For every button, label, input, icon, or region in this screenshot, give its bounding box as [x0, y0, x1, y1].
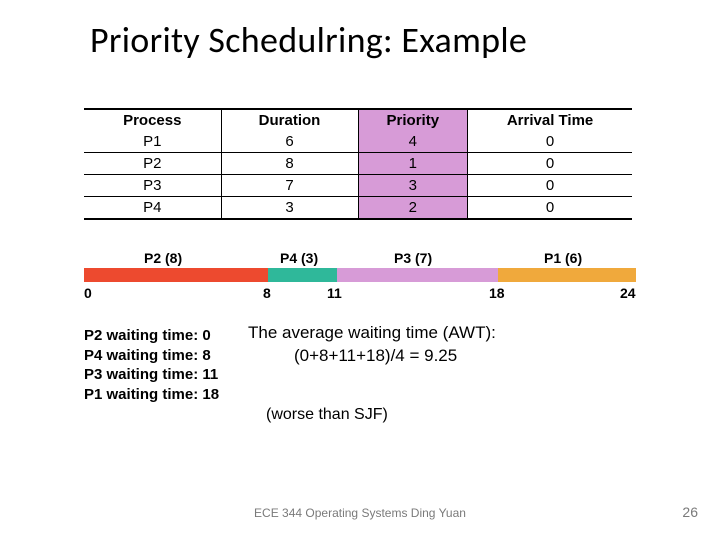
slide: Priority Schedulring: Example Process Du…: [0, 0, 720, 540]
page-title: Priority Schedulring: Example: [90, 18, 527, 62]
cell-arrival: 0: [468, 131, 632, 153]
cell-process: P3: [84, 175, 221, 197]
col-priority-header: Priority: [358, 110, 468, 131]
tick-8: 8: [263, 285, 271, 301]
wait-p2: P2 waiting time: 0: [84, 326, 219, 346]
worse-note: (worse than SJF): [266, 406, 388, 424]
cell-priority: 2: [358, 197, 468, 219]
gantt-label-p4: P4 (3): [280, 250, 318, 266]
table-row: P3 7 3 0: [84, 175, 632, 197]
gantt-label-p2: P2 (8): [144, 250, 182, 266]
average-waiting-time: The average waiting time (AWT): (0+8+11+…: [248, 322, 496, 368]
cell-process: P1: [84, 131, 221, 153]
cell-arrival: 0: [468, 175, 632, 197]
cell-process: P2: [84, 153, 221, 175]
footer-page-number: 26: [682, 504, 698, 520]
tick-18: 18: [489, 285, 505, 301]
awt-line2: (0+8+11+18)/4 = 9.25: [248, 345, 496, 368]
table: Process Duration Priority Arrival Time P…: [84, 110, 632, 218]
cell-priority: 4: [358, 131, 468, 153]
awt-line1: The average waiting time (AWT):: [248, 322, 496, 345]
tick-11: 11: [327, 285, 342, 301]
table-header-row: Process Duration Priority Arrival Time: [84, 110, 632, 131]
tick-24: 24: [620, 285, 636, 301]
gantt-chart: P2 (8) P4 (3) P3 (7) P1 (6) 0 8 11 18 24: [84, 250, 636, 305]
cell-duration: 8: [221, 153, 358, 175]
gantt-label-p3: P3 (7): [394, 250, 432, 266]
gantt-ticks: 0 8 11 18 24: [84, 285, 636, 305]
wait-p3: P3 waiting time: 11: [84, 365, 219, 385]
cell-arrival: 0: [468, 153, 632, 175]
gantt-seg-p3: [337, 268, 498, 282]
gantt-seg-p2: [84, 268, 268, 282]
gantt-seg-p1: [498, 268, 636, 282]
gantt-bar: [84, 268, 636, 282]
wait-p1: P1 waiting time: 18: [84, 385, 219, 405]
cell-process: P4: [84, 197, 221, 219]
table-row: P2 8 1 0: [84, 153, 632, 175]
tick-0: 0: [84, 285, 92, 301]
cell-arrival: 0: [468, 197, 632, 219]
cell-priority: 1: [358, 153, 468, 175]
col-duration-header: Duration: [221, 110, 358, 131]
cell-duration: 3: [221, 197, 358, 219]
gantt-label-p1: P1 (6): [544, 250, 582, 266]
table-row: P4 3 2 0: [84, 197, 632, 219]
wait-p4: P4 waiting time: 8: [84, 346, 219, 366]
footer-course: ECE 344 Operating Systems Ding Yuan: [0, 506, 720, 520]
gantt-labels: P2 (8) P4 (3) P3 (7) P1 (6): [84, 250, 636, 268]
col-process-header: Process: [84, 110, 221, 131]
cell-duration: 7: [221, 175, 358, 197]
waiting-times: P2 waiting time: 0 P4 waiting time: 8 P3…: [84, 326, 219, 404]
process-table: Process Duration Priority Arrival Time P…: [84, 108, 632, 220]
col-arrival-header: Arrival Time: [468, 110, 632, 131]
gantt-seg-p4: [268, 268, 337, 282]
cell-priority: 3: [358, 175, 468, 197]
cell-duration: 6: [221, 131, 358, 153]
table-row: P1 6 4 0: [84, 131, 632, 153]
